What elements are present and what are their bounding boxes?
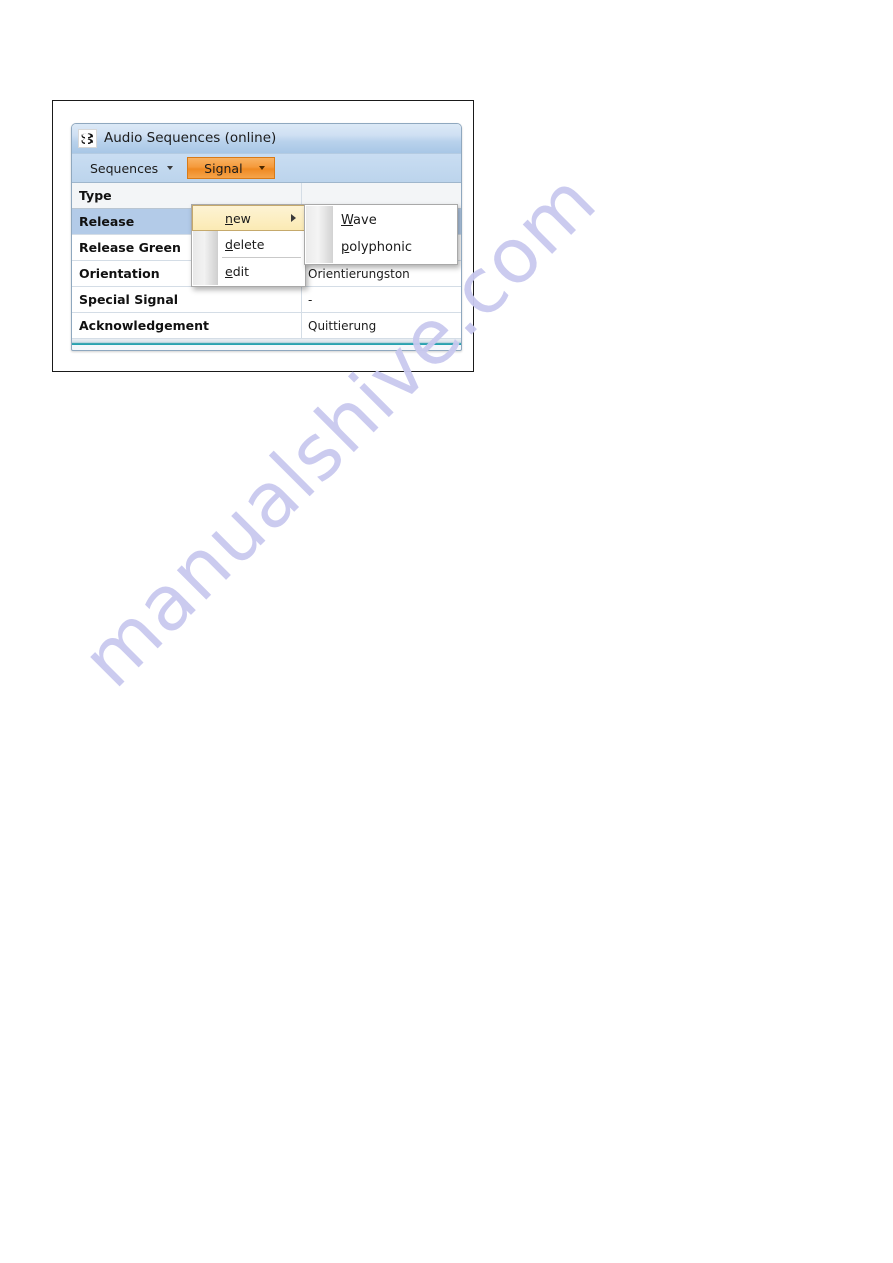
application-window: Audio Sequences (online) Sequences Signa…	[71, 123, 462, 351]
signal-dropdown-menu: new delete edit	[191, 204, 306, 287]
app-logo-icon	[78, 129, 97, 148]
menu-item-edit-label: edit	[225, 263, 250, 279]
chevron-down-icon	[167, 166, 174, 170]
submenu-item-wave[interactable]: Wave	[305, 207, 457, 234]
table-cell-name: Acknowledgement	[72, 313, 302, 338]
menu-item-edit[interactable]: edit	[192, 258, 305, 284]
table-cell-name: Special Signal	[72, 287, 302, 312]
table-row[interactable]: Special Signal -	[72, 287, 461, 313]
menu-button-sequences-label: Sequences	[90, 160, 159, 176]
window-title: Audio Sequences (online)	[104, 129, 277, 146]
menu-button-sequences[interactable]: Sequences	[80, 157, 181, 179]
menu-button-signal-label: Signal	[204, 160, 243, 176]
figure-frame: Audio Sequences (online) Sequences Signa…	[52, 100, 474, 372]
menu-item-delete-label: delete	[225, 236, 265, 252]
submenu-item-polyphonic-label: polyphonic	[341, 240, 412, 255]
menu-item-new-label: new	[225, 210, 251, 226]
chevron-down-icon	[258, 166, 265, 170]
submenu-item-wave-label: Wave	[341, 213, 377, 228]
menu-bar: Sequences Signal	[72, 154, 461, 182]
menu-item-new[interactable]: new	[192, 205, 305, 231]
submenu-item-polyphonic[interactable]: polyphonic	[305, 234, 457, 261]
chevron-right-icon	[291, 214, 296, 222]
table-cell-value: Quittierung	[308, 318, 377, 333]
menu-button-signal[interactable]: Signal	[187, 157, 276, 179]
table-cell-value: -	[308, 292, 313, 307]
new-submenu: Wave polyphonic	[304, 204, 458, 265]
menu-item-delete[interactable]: delete	[192, 231, 305, 257]
table-row[interactable]: Acknowledgement Quittierung	[72, 313, 461, 339]
window-title-bar: Audio Sequences (online)	[72, 124, 461, 154]
window-bottom-edge	[72, 339, 461, 345]
